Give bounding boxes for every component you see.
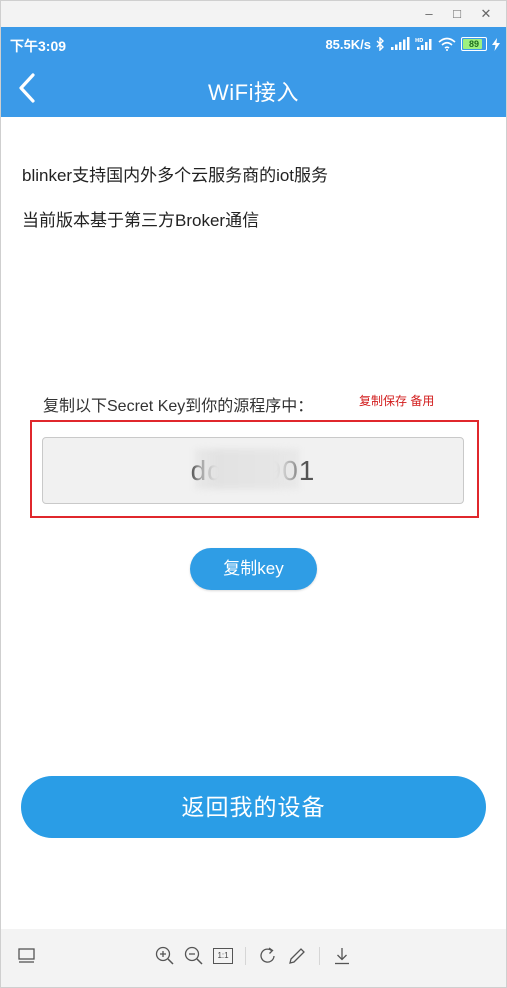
return-my-devices-button[interactable]: 返回我的设备 — [21, 776, 486, 838]
viewer-toolbar: 1:1 — [1, 929, 506, 987]
actual-size-icon[interactable]: 1:1 — [213, 948, 233, 964]
toolbar-divider — [245, 947, 246, 965]
copy-key-button[interactable]: 复制key — [190, 548, 317, 590]
battery-indicator: 89 — [461, 37, 487, 51]
zoom-in-icon[interactable] — [154, 945, 176, 967]
pencil-icon[interactable] — [286, 945, 308, 967]
zoom-out-icon[interactable] — [183, 945, 205, 967]
page-title: WiFi接入 — [208, 80, 299, 105]
status-icons: 85.5K/s HD 89 — [325, 35, 500, 53]
status-time: 下午3:09 — [10, 38, 67, 54]
battery-level: 89 — [468, 39, 479, 49]
maximize-button[interactable]: □ — [448, 5, 466, 23]
status-bar: 下午3:09 85.5K/s HD 89 — [1, 27, 506, 59]
bolt-icon — [492, 37, 500, 51]
secret-key-label: 复制以下Secret Key到你的源程序中： — [43, 398, 314, 415]
svg-text:HD: HD — [415, 38, 423, 44]
network-speed: 85.5K/s — [325, 36, 371, 52]
intro-text-line-1: blinker支持国内外多个云服务商的iot服务 — [22, 166, 329, 185]
layout-icon[interactable] — [16, 945, 38, 967]
bluetooth-icon — [376, 37, 384, 51]
intro-text-line-2: 当前版本基于第三方Broker通信 — [22, 211, 260, 230]
minimize-button[interactable]: – — [420, 5, 438, 23]
wifi-icon — [438, 37, 456, 51]
signal-icon — [391, 37, 410, 50]
download-icon[interactable] — [331, 945, 353, 967]
rotate-icon[interactable] — [257, 945, 279, 967]
window-titlebar: – □ ✕ — [1, 1, 506, 27]
redaction-blur — [195, 449, 299, 489]
close-button[interactable]: ✕ — [477, 5, 495, 23]
hd-signal-icon: HD — [415, 38, 432, 50]
annotation-note: 复制保存 备用 — [359, 394, 435, 408]
app-header: WiFi接入 — [1, 59, 506, 117]
toolbar-divider — [319, 947, 320, 965]
